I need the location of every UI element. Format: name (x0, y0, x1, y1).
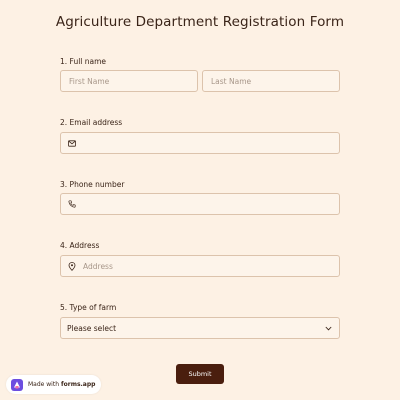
form-title: Agriculture Department Registration Form (55, 14, 345, 30)
brand-name: forms.app (61, 381, 96, 388)
address-placeholder: Address (83, 261, 113, 271)
forms-app-logo-icon (10, 378, 24, 392)
last-name-input[interactable]: Last Name (202, 70, 340, 92)
chevron-down-icon (324, 324, 333, 333)
forms-app-badge[interactable]: Made with forms.app (6, 375, 102, 394)
mail-icon (67, 139, 76, 148)
phone-label: 3. Phone number (60, 180, 125, 189)
address-input[interactable]: Address (60, 255, 340, 277)
phone-icon (67, 200, 76, 209)
farm-type-select[interactable]: Please select (60, 317, 340, 339)
first-name-placeholder: First Name (69, 76, 110, 86)
first-name-input[interactable]: First Name (60, 70, 198, 92)
location-pin-icon (67, 261, 76, 271)
made-with-text: Made with (28, 381, 59, 388)
last-name-placeholder: Last Name (211, 76, 252, 86)
submit-button[interactable]: Submit (176, 364, 224, 384)
email-input[interactable] (60, 132, 340, 154)
address-label: 4. Address (60, 241, 100, 250)
full-name-label: 1. Full name (60, 57, 107, 66)
email-label: 2. Email address (60, 118, 123, 127)
farm-type-selected: Please select (67, 323, 117, 333)
farm-type-label: 5. Type of farm (60, 303, 117, 312)
phone-input[interactable] (60, 193, 340, 215)
